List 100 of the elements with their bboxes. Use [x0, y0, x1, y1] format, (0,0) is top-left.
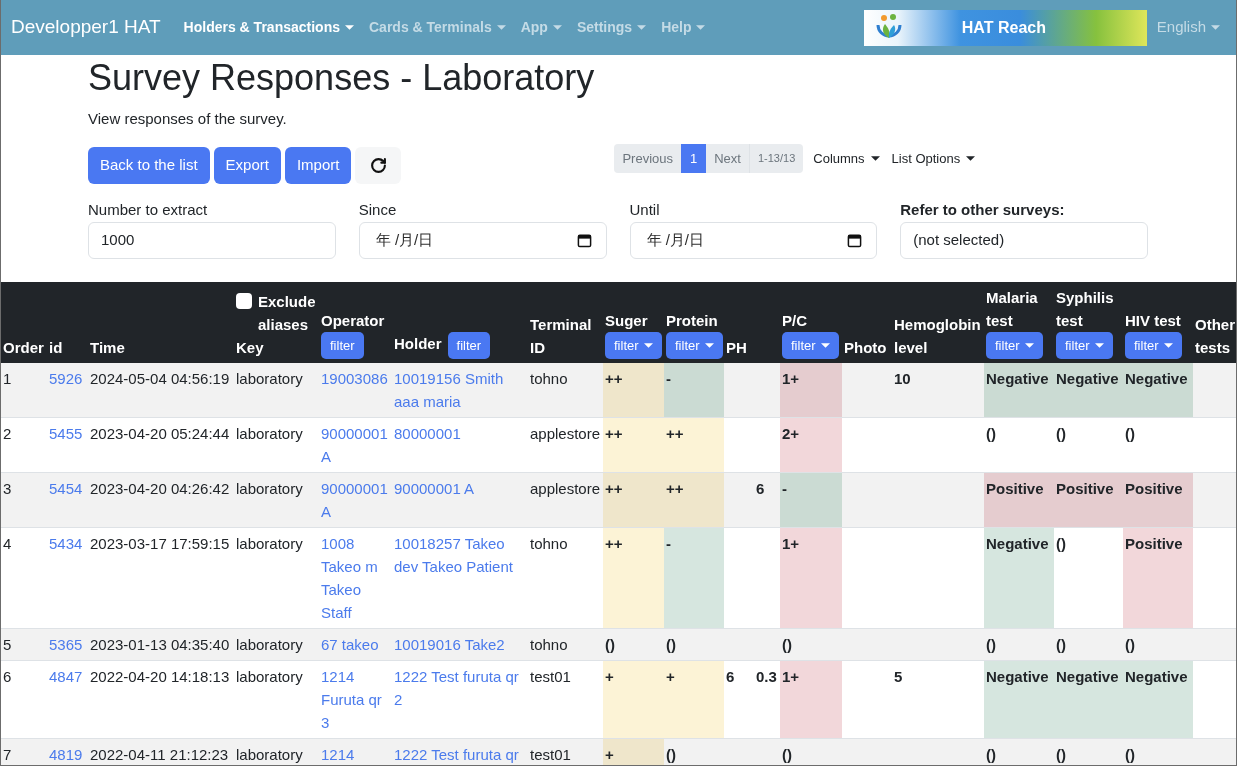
filter-button[interactable]: filter	[1056, 332, 1113, 359]
result-cell: 6	[724, 660, 754, 739]
nav-menu[interactable]: Help	[661, 17, 706, 38]
nav-menu[interactable]: App	[520, 17, 562, 38]
column-header: HIV test	[1125, 312, 1181, 329]
table-link[interactable]: 5926	[49, 367, 86, 390]
refresh-icon	[369, 157, 387, 174]
caret-icon	[637, 25, 647, 30]
table-link[interactable]: 1214	[321, 743, 390, 765]
refresh-button[interactable]	[355, 147, 402, 184]
result-cell: ()	[1054, 527, 1123, 629]
column-header: Other tests	[1195, 316, 1235, 356]
calendar-icon[interactable]	[847, 233, 863, 248]
filter-button[interactable]: filter	[605, 332, 662, 359]
table-cell: 2023-04-20 04:26:42	[88, 472, 234, 528]
result-cell: ()	[1123, 628, 1193, 661]
action-button[interactable]: Back to the list	[88, 147, 210, 184]
table-cell: applestore	[528, 417, 603, 473]
table-link[interactable]: 80000001	[394, 422, 526, 445]
table-link[interactable]: 1222 Test furuta qr	[394, 743, 526, 765]
table-cell: 2023-01-13 04:35:40	[88, 628, 234, 661]
nav-menu[interactable]: Holders & Transactions	[183, 17, 354, 38]
date-field[interactable]: 年 /月/日	[358, 222, 607, 259]
result-cell: ++	[603, 363, 664, 418]
table-cell: 2022-04-11 21:12:23	[88, 738, 234, 765]
caret-icon	[696, 25, 706, 30]
table-cell: 2023-04-20 05:24:44	[88, 417, 234, 473]
table-link[interactable]: 4847	[49, 665, 86, 688]
dropdown-button[interactable]: List Options	[889, 148, 978, 169]
action-button[interactable]: Export	[213, 147, 281, 184]
column-header: Time	[90, 339, 125, 356]
table-cell: 2022-04-20 14:18:13	[88, 660, 234, 739]
table-cell: 2	[1, 417, 47, 473]
page-button[interactable]: 1	[681, 144, 707, 173]
result-cell: Negative	[984, 660, 1054, 739]
filter-button[interactable]: filter	[666, 332, 723, 359]
filter-button[interactable]: filter	[782, 332, 839, 359]
table-cell: 3	[1, 472, 47, 528]
table-link[interactable]: 10019156 Smith aaa maria	[394, 367, 526, 413]
previous-button[interactable]: Previous	[614, 144, 681, 173]
result-cell: 10	[892, 363, 984, 418]
result-cell: -	[664, 527, 724, 629]
table-link[interactable]: 10018257 Takeo dev Takeo Patient	[394, 532, 526, 578]
table-link[interactable]: 19003086	[321, 367, 390, 390]
result-cell: 1+	[780, 527, 842, 629]
dropdown-button[interactable]: Columns	[811, 148, 882, 169]
table-link[interactable]: 90000001 A	[321, 422, 390, 468]
table-cell: test01	[528, 738, 603, 765]
select-field[interactable]: (not selected)	[900, 222, 1148, 259]
result-cell: 1+	[780, 363, 842, 418]
brand-link[interactable]: Developper1 HAT	[11, 13, 161, 42]
table-cell: 1	[1, 363, 47, 418]
table-link[interactable]: 90000001 A	[394, 477, 526, 500]
table-cell: applestore	[528, 472, 603, 528]
checkbox-label[interactable]: Exclude aliases	[258, 290, 317, 336]
table-link[interactable]: 1008 Takeo m Takeo Staff	[321, 532, 390, 624]
filter-button[interactable]: filter	[447, 332, 491, 359]
table-cell: 4	[1, 527, 47, 629]
result-cell: ()	[984, 417, 1054, 473]
next-button[interactable]: Next	[706, 144, 749, 173]
table-cell: 2023-03-17 17:59:15	[88, 527, 234, 629]
caret-icon	[1094, 343, 1104, 348]
table-cell: laboratory	[234, 527, 319, 629]
result-cell: +	[603, 660, 664, 739]
table-link[interactable]: 90000001 A	[321, 477, 390, 523]
result-cell: 2+	[780, 417, 842, 473]
nav-menu[interactable]: Cards & Terminals	[369, 17, 506, 38]
result-cell: ++	[603, 417, 664, 473]
table-cell: laboratory	[234, 417, 319, 473]
filter-button[interactable]: filter	[986, 332, 1043, 359]
table-link[interactable]: 1214 Furuta qr 3	[321, 665, 390, 734]
caret-icon	[552, 25, 562, 30]
result-cell: 5	[892, 660, 984, 739]
nav-menu[interactable]: Settings	[576, 17, 647, 38]
table-link[interactable]: 5434	[49, 532, 86, 555]
caret-icon	[643, 343, 653, 348]
table-link[interactable]: 5454	[49, 477, 86, 500]
number-field[interactable]: 1000	[88, 222, 336, 259]
logo-text: HAT Reach	[961, 17, 1046, 38]
filter-button[interactable]: filter	[321, 332, 364, 359]
table-cell: tohno	[528, 628, 603, 661]
field-label: Refer to other surveys:	[900, 200, 1065, 220]
table-link[interactable]: 1222 Test furuta qr 2	[394, 665, 526, 711]
column-header: PH	[726, 339, 747, 356]
table-link[interactable]: 5455	[49, 422, 86, 445]
checkbox[interactable]	[236, 293, 252, 309]
result-cell: Negative	[984, 527, 1054, 629]
table-link[interactable]: 5365	[49, 633, 86, 656]
page-subtitle: View responses of the survey.	[88, 109, 287, 129]
filter-button[interactable]: filter	[1125, 332, 1182, 359]
calendar-icon[interactable]	[576, 233, 592, 248]
table-link[interactable]: 4819	[49, 743, 86, 765]
table-link[interactable]: 10019016 Take2	[394, 633, 526, 656]
action-button[interactable]: Import	[284, 147, 352, 184]
result-cell: 6	[754, 472, 780, 528]
result-cell: ++	[664, 472, 724, 528]
date-field[interactable]: 年 /月/日	[629, 222, 878, 259]
table-link[interactable]: 67 takeo	[321, 633, 390, 656]
language-menu[interactable]: English	[1156, 16, 1220, 39]
column-header: P/C	[782, 312, 807, 329]
